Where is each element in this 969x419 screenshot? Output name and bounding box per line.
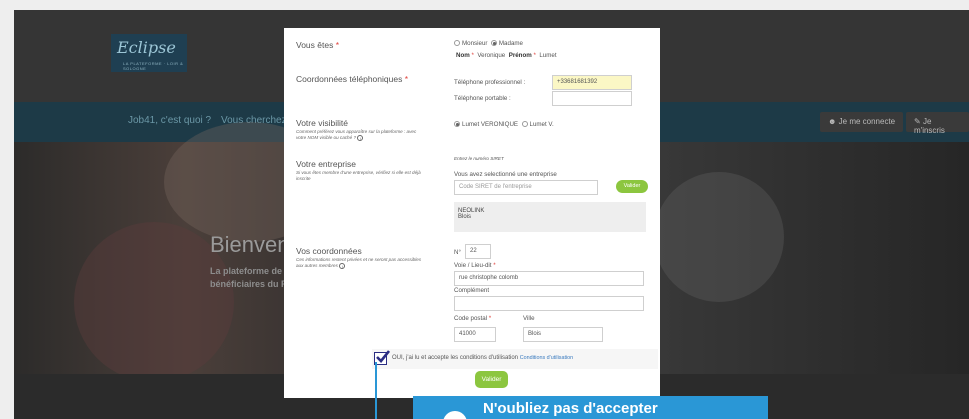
submit-button[interactable]: Valider	[475, 371, 508, 388]
radio-icon	[454, 121, 460, 128]
connect-button[interactable]: ☻ Je me connecte	[820, 112, 904, 132]
signup-button[interactable]: ✎ Je m'inscris	[906, 112, 969, 135]
radio-madame[interactable]: Madame	[490, 40, 523, 47]
city-input[interactable]: Blois	[523, 327, 603, 342]
tooltip-callout: N'oubliez pas d'accepter	[413, 396, 768, 419]
hero-photo-right	[654, 172, 784, 302]
radio-short-name[interactable]: Lumet V.	[521, 121, 554, 128]
street-number-label: N°	[454, 249, 461, 256]
nav-item-about[interactable]: Job41, c'est quoi ?	[128, 115, 211, 126]
exclamation-icon	[443, 411, 467, 419]
radio-icon	[454, 40, 460, 47]
screen: Eclipse LA PLATEFORME · LOIR & SOLOGNE J…	[0, 0, 969, 419]
siret-validate-button[interactable]: Valider	[616, 180, 648, 193]
terms-text: OUI, j'ai lu et accepte les conditions d…	[392, 355, 574, 361]
radio-full-name[interactable]: Lumet VERONIQUE	[454, 121, 518, 128]
name-display: Nom * Veronique Prénom * Lumet	[456, 52, 557, 59]
logo-subtitle: LA PLATEFORME · LOIR & SOLOGNE	[123, 61, 184, 71]
terms-link[interactable]: Conditions d'utilisation	[520, 355, 573, 361]
phones-label: Coordonnées téléphoniques *	[296, 74, 409, 84]
hero-subtitle-line2: bénéficiaires du R	[210, 279, 288, 289]
hero-subtitle-line1: La plateforme de m	[210, 266, 293, 276]
postal-code-input[interactable]: 41000	[454, 327, 496, 342]
city-label: Ville	[523, 315, 535, 322]
radio-monsieur[interactable]: Monsieur	[454, 40, 487, 47]
complement-input[interactable]	[454, 296, 644, 311]
visibility-options: Lumet VERONIQUE Lumet V.	[454, 121, 554, 128]
siret-hint: Entrez le numéro SIRET	[454, 156, 504, 161]
company-city: Blois	[458, 214, 472, 220]
address-label: Vos coordonnées	[296, 246, 362, 256]
hero-title: Bienven	[210, 232, 290, 257]
company-name: NEOLINK	[458, 208, 485, 214]
terms-row: OUI, j'ai lu et accepte les conditions d…	[372, 349, 658, 369]
company-label: Votre entreprise	[296, 159, 357, 169]
street-label: Voie / Lieu-dit *	[454, 262, 496, 269]
nom-value: Veronique	[477, 52, 506, 59]
siret-input[interactable]: Code SIRET de l'entreprise	[454, 180, 598, 195]
selected-company-box: NEOLINK Blois	[454, 202, 646, 232]
civility-options: Monsieur Madame	[454, 40, 523, 47]
info-icon[interactable]: i	[357, 135, 364, 141]
company-selected-text: Vous avez selectionné une entreprise	[454, 171, 557, 178]
tooltip-text: N'oubliez pas d'accepter	[483, 400, 658, 417]
civility-label: Vous êtes *	[296, 40, 340, 50]
company-help: Si vous êtes membre d'une entreprise, vé…	[296, 170, 421, 181]
registration-form-modal: Vous êtes * Monsieur Madame Nom * Veroni…	[284, 28, 660, 398]
logo-text: Eclipse	[117, 38, 176, 57]
radio-icon	[490, 40, 497, 47]
street-number-input[interactable]: 22	[465, 244, 491, 259]
street-input[interactable]: rue christophe colomb	[454, 271, 644, 286]
radio-icon	[521, 121, 528, 128]
site-logo[interactable]: Eclipse LA PLATEFORME · LOIR & SOLOGNE	[111, 34, 187, 72]
complement-label: Complément	[454, 287, 490, 294]
pencil-icon: ✎	[914, 117, 923, 126]
connect-label: Je me connecte	[838, 117, 896, 126]
phone-pro-label: Téléphone professionnel :	[454, 79, 526, 86]
visibility-label: Votre visibilité	[296, 118, 348, 128]
phone-pro-input[interactable]: +33681681392	[552, 75, 632, 90]
phone-mobile-input[interactable]	[552, 91, 632, 106]
tooltip-pointer-line	[375, 362, 377, 419]
visibility-help: Comment préférez vous apparaître sur la …	[296, 129, 417, 141]
postal-code-label: Code postal *	[454, 315, 492, 322]
address-help: Ces informations restent privées et ne s…	[296, 257, 422, 269]
user-icon: ☻	[828, 117, 839, 126]
info-icon[interactable]: i	[339, 263, 346, 269]
prenom-value: Lumet	[539, 52, 557, 59]
phone-mobile-label: Téléphone portable :	[454, 95, 511, 102]
